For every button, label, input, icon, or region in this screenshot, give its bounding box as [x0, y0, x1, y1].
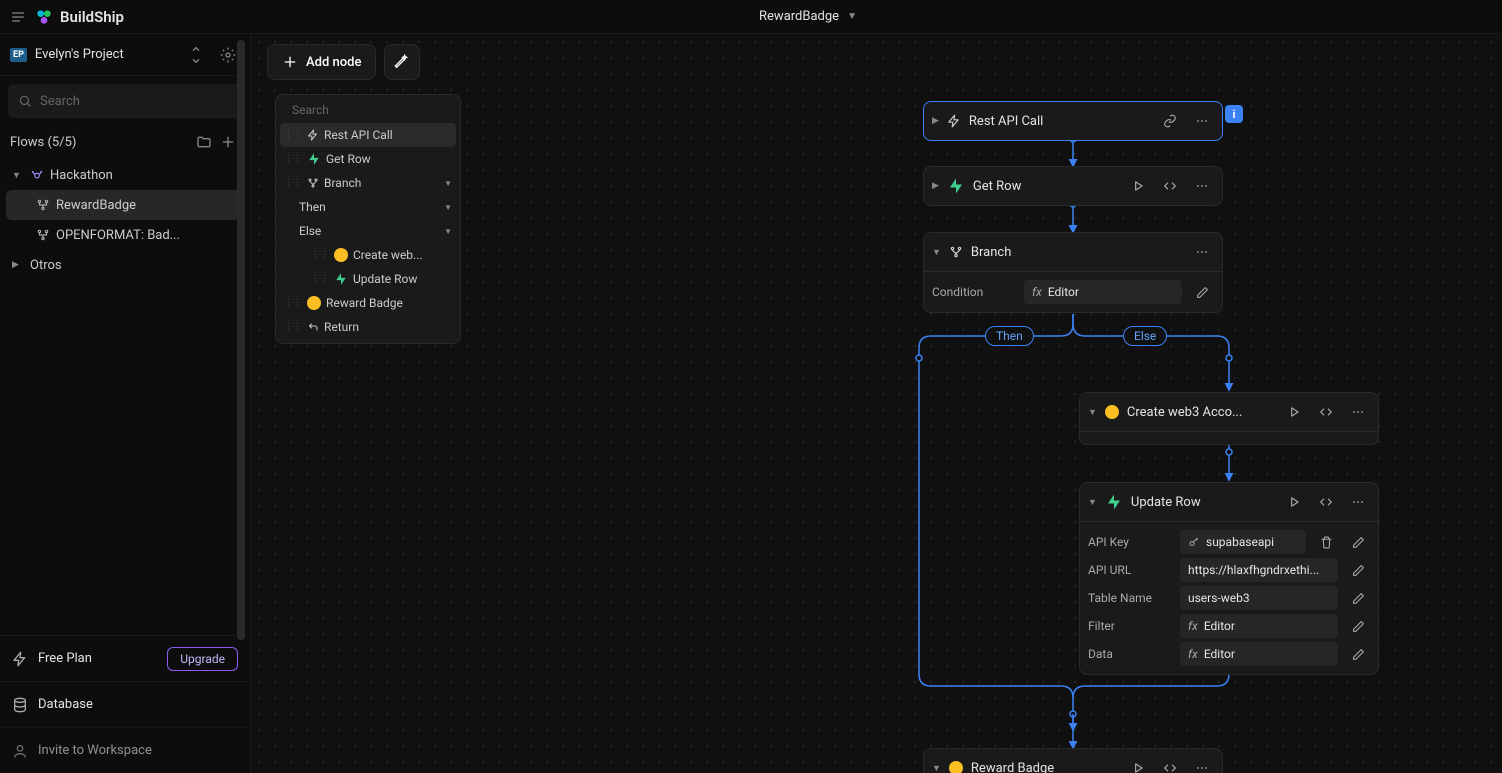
more-icon[interactable] — [1190, 174, 1214, 198]
node-reward-badge[interactable]: ▼ Reward Badge — [923, 748, 1223, 773]
code-icon[interactable] — [1314, 490, 1338, 514]
outline-item-return[interactable]: ⋮⋮ Return — [280, 315, 456, 339]
flows-label: Flows (5/5) — [10, 135, 76, 150]
node-title: Branch — [971, 245, 1182, 260]
dot-icon — [1105, 405, 1119, 419]
plan-label: Free Plan — [38, 651, 92, 666]
condition-label: Condition — [932, 285, 1016, 299]
project-name: Evelyn's Project — [35, 47, 176, 62]
info-badge[interactable]: i — [1225, 105, 1243, 123]
folder-icon[interactable] — [192, 130, 216, 154]
code-icon[interactable] — [1158, 756, 1182, 773]
then-label: Then — [985, 326, 1034, 346]
caret-right-icon[interactable]: ▶ — [932, 181, 939, 191]
tree-item-otros[interactable]: ▶ Otros — [6, 250, 244, 280]
database-label: Database — [38, 697, 93, 712]
table-name-value[interactable]: users-web3 — [1180, 586, 1338, 610]
search-input[interactable] — [40, 94, 232, 109]
more-icon[interactable] — [1190, 756, 1214, 773]
invite-label: Invite to Workspace — [38, 743, 152, 758]
code-icon[interactable] — [1158, 174, 1182, 198]
sidebar: EP Evelyn's Project Flows (5/5) ▼ Hackat… — [0, 34, 251, 773]
tree-item-openformat[interactable]: OPENFORMAT: Bad... — [6, 220, 244, 250]
outline-search-input[interactable] — [292, 103, 448, 117]
node-get-row[interactable]: ▶ Get Row — [923, 166, 1223, 206]
outline-item-create-web3[interactable]: ⋮⋮ Create web... — [280, 243, 456, 267]
data-value[interactable]: fxEditor — [1180, 642, 1338, 666]
more-icon[interactable] — [1346, 400, 1370, 424]
node-title: Get Row — [973, 179, 1118, 194]
caret-down-icon[interactable]: ▼ — [932, 247, 941, 258]
filter-value[interactable]: fxEditor — [1180, 614, 1338, 638]
outline-item-reward-badge[interactable]: ⋮⋮ Reward Badge — [280, 291, 456, 315]
api-url-value[interactable]: https://hlaxfhgndrxethi... — [1180, 558, 1338, 582]
node-update-row[interactable]: ▼ Update Row API Key supabaseapi — [1079, 482, 1379, 675]
outline-item-else[interactable]: Else▼ — [280, 219, 456, 243]
sort-icon[interactable] — [184, 43, 208, 67]
play-icon[interactable] — [1282, 400, 1306, 424]
play-icon[interactable] — [1126, 756, 1150, 773]
menu-toggle[interactable] — [10, 9, 26, 25]
scrollbar[interactable] — [237, 40, 245, 640]
logo: BuildShip — [34, 7, 124, 27]
tree-label: Otros — [30, 258, 62, 273]
more-icon[interactable] — [1190, 109, 1214, 133]
magic-button[interactable] — [384, 44, 420, 80]
canvas[interactable]: Add node ⋮⋮ Rest API Call ⋮⋮ Get Row ⋮⋮ — [251, 34, 1502, 773]
tree-label: OPENFORMAT: Bad... — [56, 228, 180, 243]
condition-value[interactable]: fx Editor — [1024, 280, 1182, 304]
node-title: Rest API Call — [969, 114, 1150, 129]
pencil-icon[interactable] — [1190, 280, 1214, 304]
app-name: BuildShip — [60, 8, 124, 26]
upgrade-button[interactable]: Upgrade — [167, 647, 238, 671]
pencil-icon[interactable] — [1346, 586, 1370, 610]
pencil-icon[interactable] — [1346, 530, 1370, 554]
node-branch[interactable]: ▼ Branch Condition fx Editor — [923, 232, 1223, 313]
caret-down-icon[interactable]: ▼ — [1088, 497, 1097, 508]
code-icon[interactable] — [1314, 400, 1338, 424]
node-title: Create web3 Acco... — [1127, 405, 1274, 420]
tree-label: RewardBadge — [56, 198, 136, 213]
node-rest-api[interactable]: ▶ Rest API Call — [923, 101, 1223, 141]
caret-right-icon: ▶ — [12, 260, 24, 270]
outline-panel: ⋮⋮ Rest API Call ⋮⋮ Get Row ⋮⋮ Branch▼ T… — [275, 94, 461, 344]
outline-item-branch[interactable]: ⋮⋮ Branch▼ — [280, 171, 456, 195]
pencil-icon[interactable] — [1346, 642, 1370, 666]
node-create-web3[interactable]: ▼ Create web3 Acco... — [1079, 392, 1379, 445]
link-icon[interactable] — [1158, 109, 1182, 133]
pencil-icon[interactable] — [1346, 558, 1370, 582]
tree-label: Hackathon — [50, 168, 113, 183]
play-icon[interactable] — [1126, 174, 1150, 198]
api-key-value[interactable]: supabaseapi — [1180, 530, 1306, 554]
caret-down-icon[interactable]: ▼ — [932, 763, 941, 773]
play-icon[interactable] — [1282, 490, 1306, 514]
database-link[interactable]: Database — [0, 681, 250, 727]
outline-item-rest-api[interactable]: ⋮⋮ Rest API Call — [280, 123, 456, 147]
node-title: Reward Badge — [971, 761, 1118, 773]
chevron-down-icon: ▼ — [847, 11, 857, 22]
trash-icon[interactable] — [1314, 530, 1338, 554]
outline-item-then[interactable]: Then▼ — [280, 195, 456, 219]
pencil-icon[interactable] — [1346, 614, 1370, 638]
outline-item-get-row[interactable]: ⋮⋮ Get Row — [280, 147, 456, 171]
more-icon[interactable] — [1190, 240, 1214, 264]
sidebar-search[interactable] — [8, 84, 242, 118]
tree-item-hackathon[interactable]: ▼ Hackathon — [6, 160, 244, 190]
else-label: Else — [1123, 326, 1167, 346]
node-title: Update Row — [1131, 495, 1274, 510]
invite-link[interactable]: Invite to Workspace — [0, 727, 250, 773]
caret-down-icon[interactable]: ▼ — [1088, 407, 1097, 418]
caret-right-icon[interactable]: ▶ — [932, 116, 939, 126]
outline-item-update-row[interactable]: ⋮⋮ Update Row — [280, 267, 456, 291]
caret-down-icon: ▼ — [12, 170, 24, 181]
add-node-button[interactable]: Add node — [267, 44, 376, 80]
project-badge: EP — [10, 48, 27, 62]
add-node-label: Add node — [306, 55, 361, 70]
tree-item-rewardbadge[interactable]: RewardBadge — [6, 190, 244, 220]
workflow-selector[interactable]: RewardBadge ▼ — [124, 9, 1492, 24]
workflow-name: RewardBadge — [759, 9, 839, 24]
dot-icon — [949, 761, 963, 773]
more-icon[interactable] — [1346, 490, 1370, 514]
